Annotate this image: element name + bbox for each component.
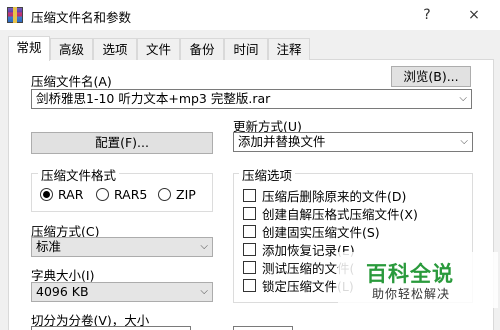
tab-files[interactable]: 文件 xyxy=(137,38,180,60)
split-unit-combobox[interactable] xyxy=(233,326,293,330)
checkbox[interactable] xyxy=(243,189,256,202)
checkbox[interactable] xyxy=(243,243,256,256)
radio-rar5[interactable]: RAR5 xyxy=(96,187,147,202)
archiving-options-group-title: 压缩选项 xyxy=(239,165,296,184)
option-delete-after[interactable]: 压缩后删除原来的文件(D) xyxy=(243,186,406,205)
radio-zip[interactable]: ZIP xyxy=(158,187,196,202)
option-solid-label: 创建固实压缩文件(S) xyxy=(262,225,380,240)
tab-backup[interactable]: 备份 xyxy=(180,38,224,60)
winrar-app-icon xyxy=(7,7,23,23)
watermark-title: 百科全说 xyxy=(366,262,454,286)
tab-general[interactable]: 常规 xyxy=(8,36,50,61)
compression-method-value: 标准 xyxy=(36,239,62,254)
radio-rar-label: RAR xyxy=(58,187,84,202)
profiles-button[interactable]: 配置(F)... xyxy=(31,132,213,154)
radio-button[interactable] xyxy=(96,188,109,201)
dictionary-size-combobox[interactable]: 4096 KB ⌵ xyxy=(31,282,213,302)
chevron-down-icon[interactable]: ⌵ xyxy=(460,133,468,151)
title-bar: 压缩文件名和参数 ? × xyxy=(0,0,500,30)
checkbox[interactable] xyxy=(243,261,256,274)
tab-strip: 常规 高级 选项 文件 备份 时间 注释 xyxy=(8,36,494,61)
checkbox[interactable] xyxy=(243,225,256,238)
close-button[interactable]: × xyxy=(462,4,486,26)
option-delete-after-label: 压缩后删除原来的文件(D) xyxy=(262,189,407,204)
option-solid[interactable]: 创建固实压缩文件(S) xyxy=(243,222,380,241)
compression-method-combobox[interactable]: 标准 ⌵ xyxy=(31,237,213,257)
window-title: 压缩文件名和参数 xyxy=(31,10,132,25)
tab-time[interactable]: 时间 xyxy=(224,38,268,60)
radio-button[interactable] xyxy=(158,188,171,201)
split-volumes-combobox[interactable] xyxy=(31,326,191,330)
chevron-down-icon[interactable]: ⌵ xyxy=(200,238,208,256)
radio-rar[interactable]: RAR xyxy=(40,187,83,202)
radio-zip-label: ZIP xyxy=(176,187,196,202)
archive-name-combobox[interactable]: 剑桥雅思1-10 听力文本+mp3 完整版.rar ⌵ xyxy=(31,89,472,109)
help-button[interactable]: ? xyxy=(415,4,439,26)
archive-name-label: 压缩文件名(A) xyxy=(31,74,112,89)
checkbox[interactable] xyxy=(243,207,256,220)
update-mode-value: 添加并替换文件 xyxy=(238,134,326,149)
watermark: 百科全说 助你轻松解决 xyxy=(338,252,498,308)
archive-format-group-title: 压缩文件格式 xyxy=(38,165,120,184)
chevron-down-icon[interactable]: ⌵ xyxy=(459,90,467,108)
option-sfx[interactable]: 创建自解压格式压缩文件(X) xyxy=(243,204,418,223)
checkbox[interactable] xyxy=(243,279,256,292)
watermark-subtitle: 助你轻松解决 xyxy=(372,287,451,301)
radio-button[interactable] xyxy=(40,188,53,201)
tab-comment[interactable]: 注释 xyxy=(268,38,310,60)
update-mode-combobox[interactable]: 添加并替换文件 ⌵ xyxy=(233,132,473,152)
radio-rar5-label: RAR5 xyxy=(114,187,148,202)
option-sfx-label: 创建自解压格式压缩文件(X) xyxy=(262,207,418,222)
chevron-down-icon[interactable]: ⌵ xyxy=(200,283,208,301)
tab-advanced[interactable]: 高级 xyxy=(50,38,93,60)
tab-options[interactable]: 选项 xyxy=(93,38,137,60)
dictionary-size-value: 4096 KB xyxy=(36,284,89,299)
browse-button[interactable]: 浏览(B)... xyxy=(391,66,471,87)
archive-name-value: 剑桥雅思1-10 听力文本+mp3 完整版.rar xyxy=(36,91,271,106)
